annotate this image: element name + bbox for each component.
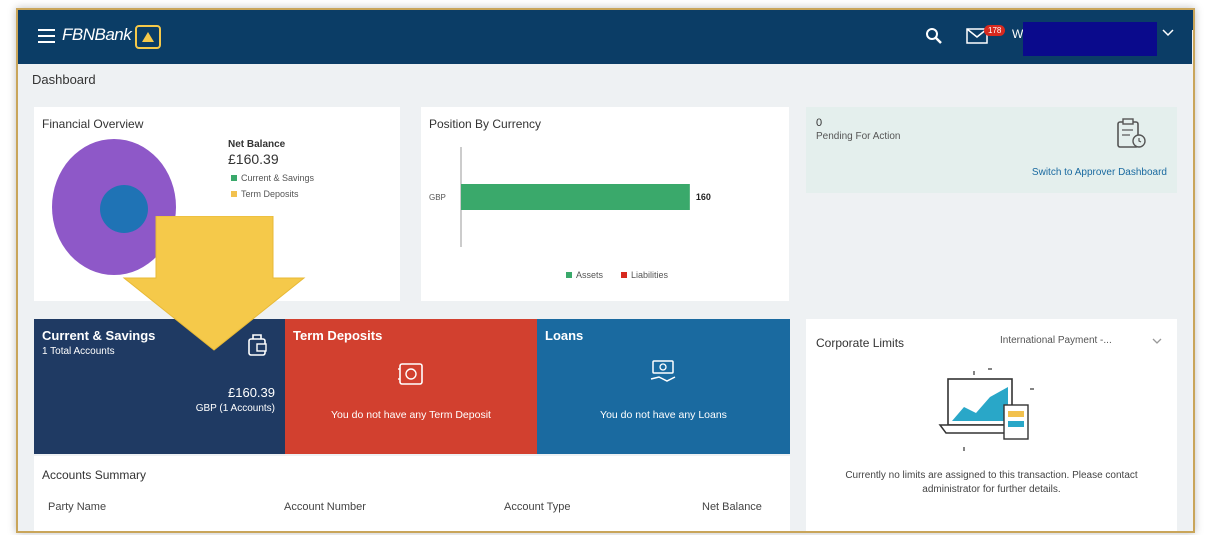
page-title: Dashboard bbox=[32, 72, 96, 87]
term-deposits-message: You do not have any Term Deposit bbox=[331, 409, 491, 421]
net-balance-label: Net Balance bbox=[228, 139, 286, 150]
current-savings-amount-detail: GBP (1 Accounts) bbox=[195, 403, 275, 414]
category-label-gbp: GBP bbox=[429, 193, 446, 202]
corporate-limits-dropdown[interactable]: International Payment -... bbox=[994, 331, 1166, 351]
switch-approver-dashboard-link[interactable]: Switch to Approver Dashboard bbox=[1032, 167, 1167, 178]
corporate-limits-message: Currently no limits are assigned to this… bbox=[845, 470, 1138, 495]
column-party-name[interactable]: Party Name bbox=[48, 501, 106, 513]
corporate-limits-dropdown-value: International Payment -... bbox=[1000, 335, 1112, 346]
financial-overview-title: Financial Overview bbox=[42, 117, 144, 131]
laptop-chart-illustration bbox=[938, 368, 1034, 451]
bar-assets-gbp[interactable] bbox=[461, 184, 690, 210]
pending-count: 0 bbox=[816, 117, 823, 129]
total-accounts-label: 1 Total Accounts bbox=[42, 346, 115, 357]
vertical-scrollbar[interactable] bbox=[1192, 30, 1193, 531]
net-balance-value: £160.39 bbox=[228, 151, 279, 167]
legend-term-deposits: Term Deposits bbox=[231, 189, 299, 199]
legend-swatch-current-savings bbox=[231, 175, 237, 181]
loans-title: Loans bbox=[545, 328, 584, 343]
legend-label-current-savings: Current & Savings bbox=[241, 173, 315, 183]
column-account-number[interactable]: Account Number bbox=[284, 501, 366, 513]
hamburger-menu-icon[interactable] bbox=[38, 29, 55, 44]
chevron-down-icon[interactable] bbox=[1162, 28, 1174, 38]
position-by-currency-card: Position By Currency GBP 160 Assets Liabi… bbox=[421, 107, 789, 301]
deposit-box-icon bbox=[398, 363, 423, 385]
legend-current-savings: Current & Savings bbox=[231, 173, 314, 183]
mail-count-badge: 178 bbox=[984, 25, 1006, 36]
chevron-down-icon bbox=[1152, 338, 1162, 344]
clipboard-icon bbox=[1117, 118, 1146, 148]
top-navigation-bar: FBNBank 178 W bbox=[18, 10, 1193, 64]
column-net-balance[interactable]: Net Balance bbox=[702, 501, 762, 513]
column-account-type[interactable]: Account Type bbox=[504, 501, 570, 513]
user-initial: W bbox=[1012, 27, 1024, 41]
legend-liabilities: Liabilities bbox=[621, 270, 668, 280]
user-name-redacted[interactable] bbox=[1023, 22, 1157, 56]
legend-assets: Assets bbox=[566, 270, 603, 280]
accounts-summary-title: Accounts Summary bbox=[42, 468, 147, 482]
legend-label-assets: Assets bbox=[576, 270, 604, 280]
legend-label-term-deposits: Term Deposits bbox=[241, 189, 299, 199]
pending-label: Pending For Action bbox=[816, 131, 901, 142]
loan-hand-icon bbox=[650, 360, 676, 382]
search-icon[interactable] bbox=[924, 26, 944, 46]
loans-message: You do not have any Loans bbox=[600, 409, 727, 421]
app-window: FBNBank 178 W Dashboard Financial Overvi… bbox=[16, 8, 1195, 533]
corporate-limits-title: Corporate Limits bbox=[816, 336, 905, 350]
brand-name: FBNBank bbox=[62, 25, 132, 44]
accounts-summary-card: Accounts Summary bbox=[34, 456, 790, 531]
brand-logo-icon bbox=[135, 25, 161, 49]
legend-label-liabilities: Liabilities bbox=[631, 270, 669, 280]
legend-swatch-term-deposits bbox=[231, 191, 237, 197]
position-by-currency-title: Position By Currency bbox=[429, 117, 542, 131]
legend-swatch-assets bbox=[566, 272, 572, 278]
pending-action-card: 0 Pending For Action Switch to Approver … bbox=[806, 107, 1177, 193]
term-deposits-tile[interactable]: Term Deposits You do not have any Term D… bbox=[285, 319, 537, 454]
current-savings-amount: £160.39 bbox=[228, 385, 275, 400]
corporate-limits-card: Corporate Limits International Payment -… bbox=[806, 319, 1177, 531]
position-by-currency-chart: GBP 160 bbox=[429, 147, 711, 247]
legend-swatch-liabilities bbox=[621, 272, 627, 278]
annotation-arrow-icon bbox=[122, 216, 306, 351]
loans-tile[interactable]: Loans You do not have any Loans bbox=[537, 319, 790, 454]
bar-value-label: 160 bbox=[696, 192, 711, 202]
